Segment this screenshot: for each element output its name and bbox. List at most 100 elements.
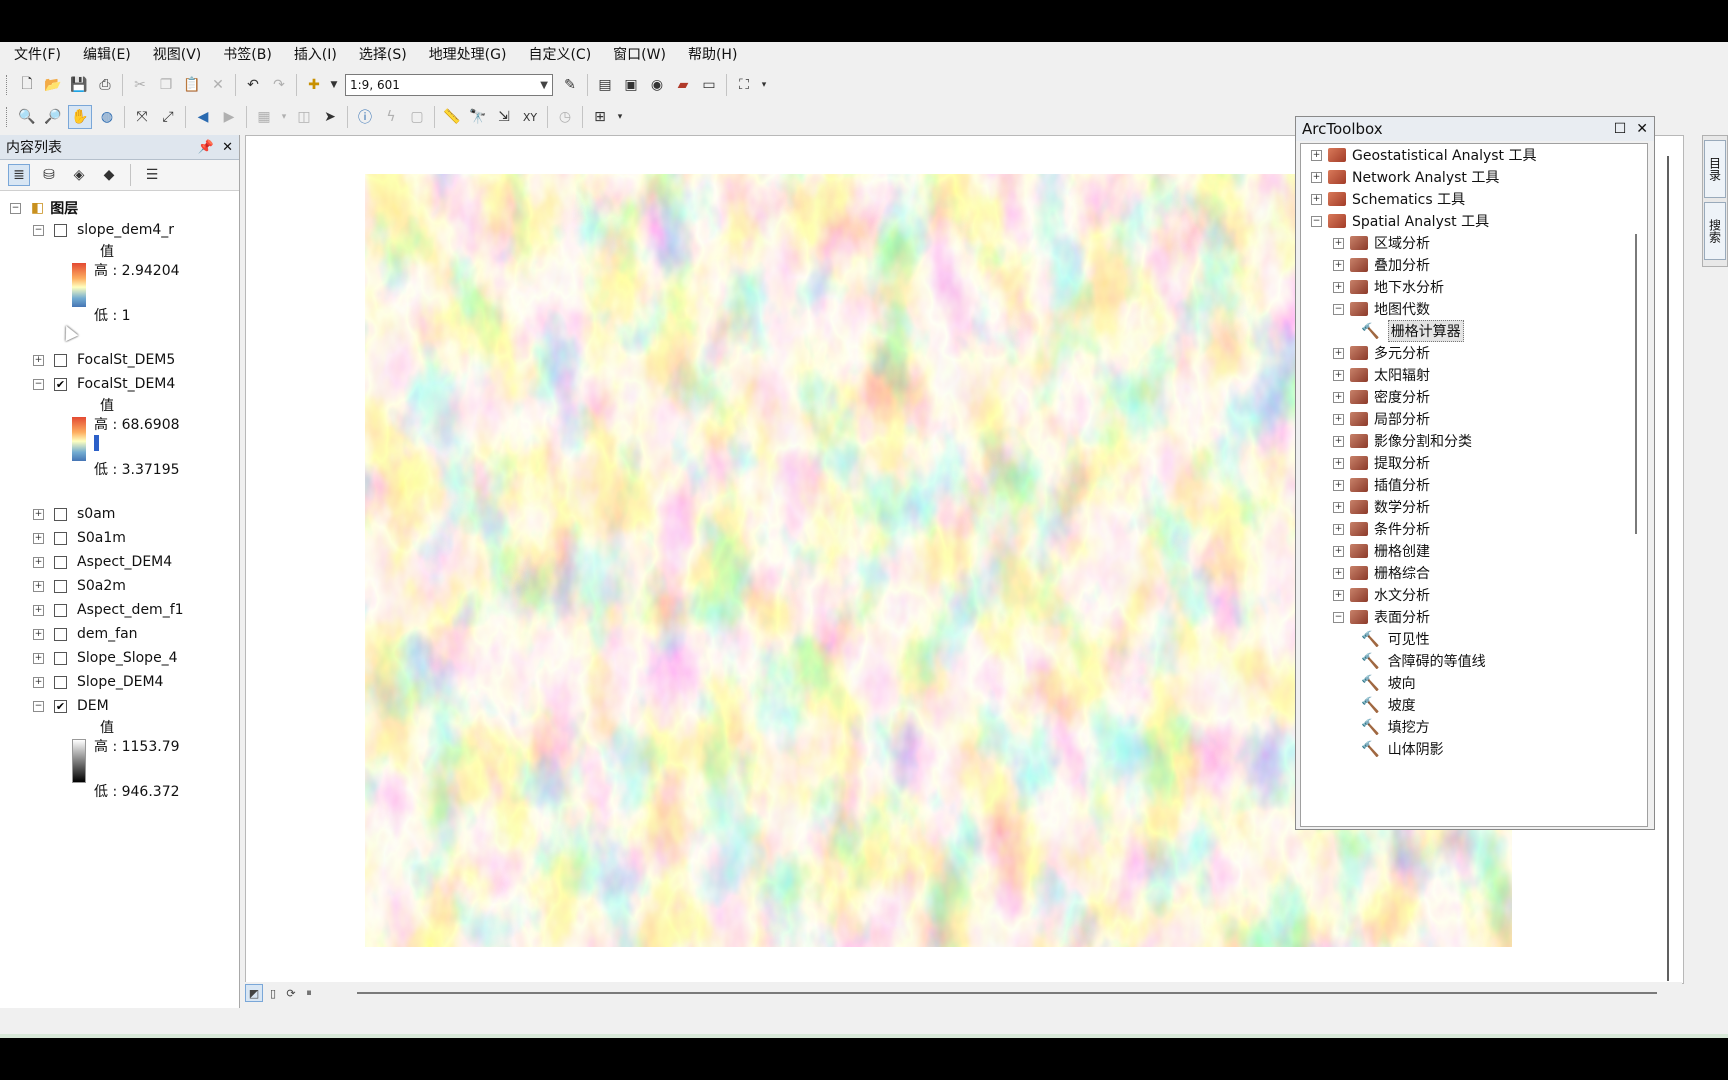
close-icon[interactable]: ✕ [222,140,233,155]
menu-insert[interactable]: 插入(I) [280,42,345,68]
search-window-icon[interactable]: ◉ [646,74,668,96]
cut-icon[interactable]: ✂ [129,74,151,96]
toolbox-geostatistical[interactable]: + Geostatistical Analyst 工具 [1311,144,1537,166]
expand-icon[interactable]: + [1311,149,1322,161]
tool-slope[interactable]: 🔨 坡度 [1355,694,1416,716]
toolset-local[interactable]: + 局部分析 [1333,408,1430,430]
tool-raster-calculator[interactable]: 🔨 栅格计算器 [1355,320,1464,342]
menu-view[interactable]: 视图(V) [139,42,210,68]
list-by-drawing-order-icon[interactable]: ≣ [8,164,30,186]
menu-geoprocessing[interactable]: 地理处理(G) [415,42,515,68]
expand-icon[interactable]: + [1333,545,1344,557]
menu-selection[interactable]: 选择(S) [345,42,415,68]
layer-dem_fan[interactable]: + dem_fan [33,623,138,645]
pause-drawing-icon[interactable]: ⏸ [301,985,317,1001]
collapse-icon[interactable]: − [33,700,44,712]
layer-visibility-checkbox[interactable] [54,627,67,641]
catalog-tab[interactable]: 目录 [1704,140,1726,198]
list-by-selection-icon[interactable]: ◆ [98,164,120,186]
expand-icon[interactable]: + [33,508,44,520]
expand-icon[interactable]: + [33,652,44,664]
search-tab[interactable]: 搜索 [1704,202,1726,260]
toolset-multivariate[interactable]: + 多元分析 [1333,342,1430,364]
layer-focalst_dem4[interactable]: − ✔ FocalSt_DEM4 [33,373,175,395]
python-window-icon[interactable]: ▭ [698,74,720,96]
editor-icon[interactable]: ✎ [559,74,581,96]
menu-windows[interactable]: 窗口(W) [599,42,674,68]
expand-icon[interactable]: + [1333,413,1344,425]
find-icon[interactable]: 🔭 [467,106,489,128]
zoom-out-icon[interactable]: 🔎 [42,106,64,128]
html-popup-icon[interactable]: ▢ [406,106,428,128]
open-icon[interactable]: 📂 [42,74,64,96]
collapse-icon[interactable]: − [33,224,44,236]
refresh-icon[interactable]: ⟳ [283,985,299,1001]
vertical-scrollbar[interactable] [1667,156,1669,981]
pan-icon[interactable]: ✋ [68,105,92,129]
menu-bookmarks[interactable]: 书签(B) [209,42,280,68]
go-to-xy-icon[interactable]: XY [519,106,541,128]
tool-hillshade[interactable]: 🔨 山体阴影 [1355,738,1444,760]
save-icon[interactable]: 💾 [68,74,90,96]
expand-icon[interactable]: + [1333,347,1344,359]
layer-visibility-checkbox[interactable]: ✔ [54,699,67,713]
layer-aspect_dem_f1[interactable]: + Aspect_dem_f1 [33,599,184,621]
expand-icon[interactable]: + [33,604,44,616]
toolbox-schematics[interactable]: + Schematics 工具 [1311,188,1465,210]
layers-root[interactable]: − ◧ 图层 [10,197,78,219]
collapse-icon[interactable]: − [10,202,21,214]
toolset-generalization[interactable]: + 栅格综合 [1333,562,1430,584]
zoom-in-icon[interactable]: 🔍 [16,106,38,128]
collapse-icon[interactable]: − [1311,215,1322,227]
toolset-raster-creation[interactable]: + 栅格创建 [1333,540,1430,562]
layer-visibility-checkbox[interactable] [54,353,67,367]
tool-contour-with-barriers[interactable]: 🔨 含障碍的等值线 [1355,650,1486,672]
toolbar-options-icon[interactable]: ▾ [759,74,769,96]
toolset-map-algebra[interactable]: − 地图代数 [1333,298,1430,320]
toolset-segmentation-classification[interactable]: + 影像分割和分类 [1333,430,1472,452]
select-features-icon[interactable]: ▦ [253,106,275,128]
fixed-zoom-in-icon[interactable]: ⤧ [131,106,153,128]
redo-icon[interactable]: ↷ [268,74,290,96]
layer-visibility-checkbox[interactable] [54,603,67,617]
horizontal-scrollbar[interactable] [357,992,1657,994]
fixed-zoom-out-icon[interactable]: ⤢ [157,106,179,128]
tool-cut-fill[interactable]: 🔨 填挖方 [1355,716,1430,738]
menu-customize[interactable]: 自定义(C) [514,42,599,68]
time-slider-icon[interactable]: ◷ [554,106,576,128]
layer-focalst_dem5[interactable]: + FocalSt_DEM5 [33,349,175,371]
back-icon[interactable]: ◀ [192,106,214,128]
list-by-visibility-icon[interactable]: ◈ [68,164,90,186]
expand-icon[interactable]: + [33,354,44,366]
toolset-interpolation[interactable]: + 插值分析 [1333,474,1430,496]
layer-slope_dem4_r[interactable]: − slope_dem4_r [33,219,174,241]
layer-visibility-checkbox[interactable] [54,507,67,521]
map-scale-select[interactable]: 1:9, 601 ▼ [345,74,553,96]
expand-icon[interactable]: + [1333,391,1344,403]
copy-icon[interactable]: ❐ [155,74,177,96]
expand-icon[interactable]: + [1333,281,1344,293]
identify-icon[interactable]: ⓘ [354,106,376,128]
paste-icon[interactable]: 📋 [181,74,203,96]
catalog-window-icon[interactable]: ▣ [620,74,642,96]
expand-icon[interactable]: + [1333,237,1344,249]
expand-icon[interactable]: + [1333,589,1344,601]
layer-visibility-checkbox[interactable] [54,651,67,665]
expand-icon[interactable]: + [1333,501,1344,513]
collapse-icon[interactable]: − [33,378,44,390]
expand-icon[interactable]: + [1311,193,1322,205]
layer-visibility-checkbox[interactable] [54,223,67,237]
expand-icon[interactable]: + [1333,369,1344,381]
expand-icon[interactable]: + [33,676,44,688]
expand-icon[interactable]: + [33,580,44,592]
layout-view-icon[interactable]: ▯ [265,985,281,1001]
forward-icon[interactable]: ▶ [218,106,240,128]
expand-icon[interactable]: + [33,628,44,640]
add-data-dropdown-icon[interactable]: ▼ [329,74,339,96]
layer-dem[interactable]: − ✔ DEM [33,695,109,717]
full-extent-icon[interactable]: ◍ [96,106,118,128]
toolset-groundwater[interactable]: + 地下水分析 [1333,276,1444,298]
toolset-density[interactable]: + 密度分析 [1333,386,1430,408]
toolset-math[interactable]: + 数学分析 [1333,496,1430,518]
new-icon[interactable]: 🗋 [16,74,38,96]
